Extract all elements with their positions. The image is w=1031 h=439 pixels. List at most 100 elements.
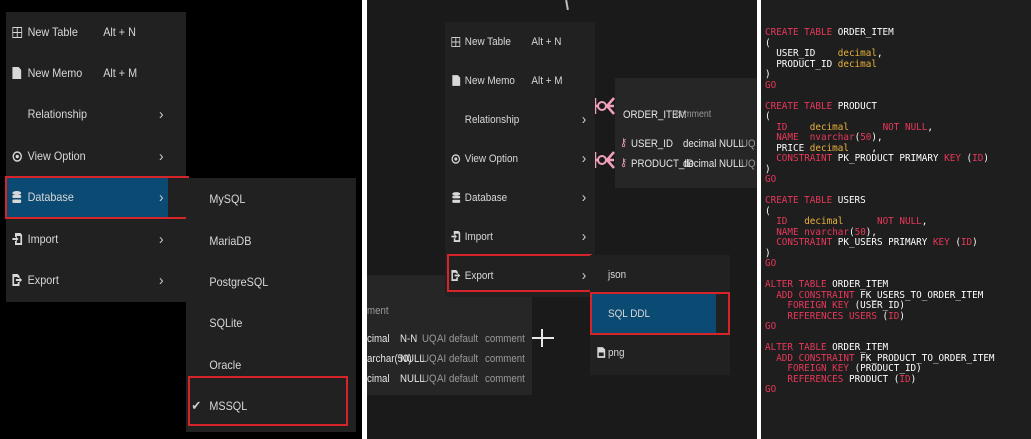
submenu-item-png[interactable]: png [590,333,716,372]
database-menu-panel: New Table Alt + N New Memo Alt + M Relat… [0,0,362,439]
code-token: NULL [899,216,922,227]
chevron-right-icon: › [581,228,587,245]
menu-item-new-table[interactable]: New Table Alt + N [445,22,580,61]
column-uq: UQ [422,373,437,385]
code-token: NOT [876,216,894,227]
code-token: PK_PRODUCT PRIMARY [832,153,945,164]
export-icon [11,274,22,286]
code-token: PRICE [765,142,810,154]
menu-item-new-memo[interactable]: New Memo Alt + M [6,53,168,93]
column-comment: comment [485,353,525,365]
submenu-item-label: SQL DDL [608,307,651,320]
code-line: ) [765,163,995,176]
column-ai: AI [437,373,447,385]
code-line: ) [765,247,995,260]
menu-item-label: New Memo [464,74,515,87]
code-token: CONSTRAINT [776,237,833,248]
column-type: decimal [683,158,717,170]
table-comment: comment [675,109,712,120]
menu-item-new-memo[interactable]: New Memo Alt + M [445,61,580,100]
code-token: ORDER_ITEM [832,27,894,38]
table-comment: ment [367,305,389,317]
menu-item-label: Export [27,273,59,287]
code-line: CREATE TABLE PRODUCT [765,101,995,113]
submenu-item-json[interactable]: json [590,255,716,294]
chevron-right-icon: › [581,111,587,128]
code-token: NAME [776,226,799,238]
export-icon [450,270,461,282]
code-token: PRODUCT_ID [765,58,838,70]
submenu-item-sqlite[interactable]: SQLite [186,302,339,343]
code-token: USER_ID [765,48,838,59]
submenu-item-oracle[interactable]: Oracle [186,344,339,385]
submenu-item-sql-ddl[interactable]: SQL DDL [590,294,716,333]
menu-item-database[interactable]: Database › [445,178,586,217]
menu-item-new-table[interactable]: New Table Alt + N [6,12,168,52]
context-menu: New Table Alt + N New Memo Alt + M Relat… [445,22,595,297]
menu-item-export[interactable]: Export › [445,256,586,295]
code-token: ) [972,237,978,248]
menu-item-view-option[interactable]: View Option › [6,136,168,176]
code-token: , [876,48,883,59]
menu-item-import[interactable]: Import › [445,217,586,256]
code-token: , [848,142,877,154]
code-token: ) [910,373,917,385]
code-line: ) [765,69,995,81]
menu-item-relationship[interactable]: Relationship › [6,94,168,134]
menu-item-export[interactable]: Export › [6,260,168,300]
table-icon [450,36,461,48]
memo-icon [11,67,22,79]
code-line: GO [765,174,995,186]
column-default: default [449,353,479,365]
code-token: REFERENCES [787,373,844,385]
menu-item-view-option[interactable]: View Option › [445,139,586,178]
code-token: ) [765,247,771,259]
column-comment: comment [485,333,525,345]
sql-ddl-panel: CREATE TABLE ORDER_ITEM( USER_ID decimal… [761,0,1031,439]
code-token: decimal [804,216,844,227]
menu-item-relationship[interactable]: Relationship › [445,100,587,139]
code-token: ) [765,163,771,175]
column-uq: UQ [422,333,437,345]
column-name: USER_ID [631,138,673,150]
column-comment: comment [485,373,525,385]
submenu-item-mssql[interactable]: ✔ MSSQL [186,385,339,426]
chevron-right-icon: › [159,230,164,248]
menu-item-database[interactable]: Database › [6,177,168,217]
column-type: cimal [367,333,390,345]
column-ai: AI [437,333,447,345]
submenu-item-mysql[interactable]: MySQL [186,178,339,219]
menu-item-import[interactable]: Import › [6,219,168,259]
code-token: USERS [832,195,866,206]
code-token: ) [899,310,905,322]
code-token: ), [871,132,883,143]
code-token: ( [765,37,771,49]
shortcut-label: Alt + N [103,25,136,39]
shortcut-label: Alt + N [531,35,562,48]
key-icon: ⚷ [620,137,628,149]
column-uq: UQ [741,158,756,170]
column-nn: N-N [400,333,418,345]
import-icon [11,233,22,245]
submenu-item-label: SQLite [209,315,243,330]
submenu-item-mariadb[interactable]: MariaDB [186,220,339,261]
menu-item-label: New Table [464,35,511,48]
chevron-right-icon: › [581,150,587,167]
code-line: GO [765,384,995,396]
submenu-item-label: png [608,346,625,359]
submenu-item-postgresql[interactable]: PostgreSQL [186,261,339,302]
menu-item-label: View Option [27,149,86,163]
code-line: REFERENCES PRODUCT (ID) [765,373,995,386]
code-token: ), [865,226,877,238]
database-submenu: MySQL MariaDB PostgreSQL SQLite Oracle ✔… [186,178,356,432]
code-token: ( [765,111,771,122]
code-line: GO [765,321,995,333]
shortcut-label: Alt + M [103,66,138,80]
relationship-line [565,0,569,11]
code-token: ( [960,153,973,164]
code-line: GO [765,258,995,270]
order-item-table[interactable]: ORDER_ITEM comment ⚷ USER_ID decimal NUL… [615,78,757,188]
